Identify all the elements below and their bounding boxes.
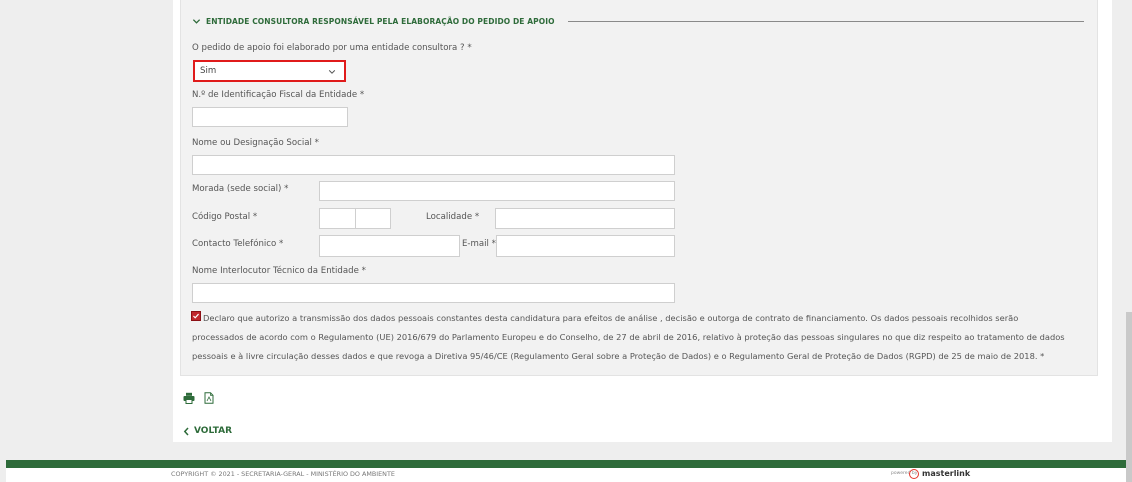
pdf-icon[interactable] [203,392,215,404]
consultora-select-value: Sim [200,66,217,76]
masterlink-logo-icon [909,469,919,479]
legend-divider [568,21,1084,22]
consultora-question-label: O pedido de apoio foi elaborado por uma … [192,43,472,53]
chevron-down-icon [328,70,336,74]
declaration-text: Declaro que autorizo a transmissão dos d… [192,309,1078,366]
nome-label: Nome ou Designação Social * [192,138,319,148]
interlocutor-label: Nome Interlocutor Técnico da Entidade * [192,266,366,276]
declaration-line-1: Declaro que autorizo a transmissão dos d… [203,313,1019,323]
morada-input[interactable] [319,181,675,201]
chevron-left-icon [183,426,189,436]
copyright-text: COPYRIGHT © 2021 - SECRETARIA-GERAL - MI… [171,470,395,478]
codigo-postal-label: Código Postal * [192,212,258,222]
chevron-down-icon [192,18,201,24]
print-icon[interactable] [183,392,195,404]
section-legend-text: ENTIDADE CONSULTORA RESPONSÁVEL PELA ELA… [206,16,555,26]
contacto-label: Contacto Telefónico * [192,239,284,249]
localidade-label: Localidade * [426,212,480,222]
back-link-label: VOLTAR [194,426,233,436]
morada-label: Morada (sede social) * [192,184,289,194]
codigo-postal-input-2[interactable] [355,208,391,229]
declaration-line-2: processados de acordo com o Regulamento … [192,332,1065,342]
contacto-input[interactable] [319,235,460,257]
footer-bar [6,460,1126,468]
nif-input[interactable] [192,107,348,127]
scrollbar[interactable] [1126,312,1132,482]
email-label: E-mail * [462,239,496,249]
interlocutor-input[interactable] [192,283,675,303]
codigo-postal-input-1[interactable] [319,208,356,229]
nome-input[interactable] [192,155,675,175]
localidade-input[interactable] [495,208,675,229]
back-link[interactable]: VOLTAR [183,426,232,436]
masterlink-brand[interactable]: masterlink [922,469,970,478]
section-legend[interactable]: ENTIDADE CONSULTORA RESPONSÁVEL PELA ELA… [192,13,555,29]
nif-label: N.º de Identificação Fiscal da Entidade … [192,90,365,100]
email-input[interactable] [496,235,675,257]
declaration-line-3: pessoais e à livre circulação desses dad… [192,351,1045,361]
consultora-select[interactable]: Sim [193,60,346,82]
